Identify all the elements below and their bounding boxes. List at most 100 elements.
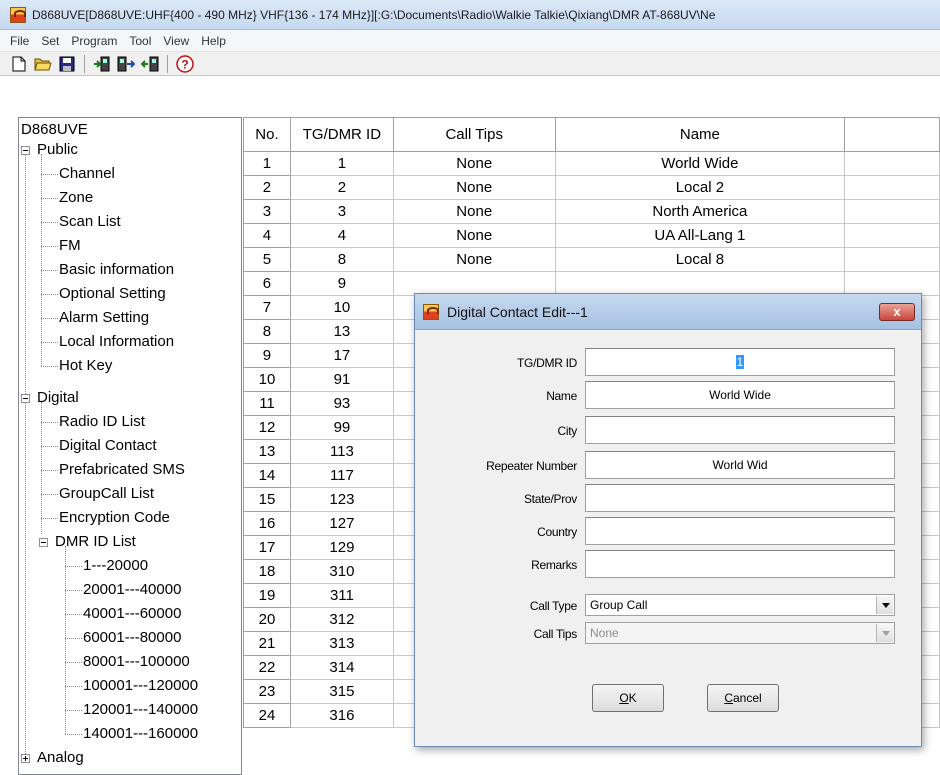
table-row[interactable]: 4 4 None UA All-Lang 1 [243, 223, 940, 248]
table-cell-no[interactable]: 22 [243, 655, 291, 680]
table-row[interactable]: 2 2 None Local 2 [243, 175, 940, 200]
tree-item-public-8[interactable]: Hot Key [59, 354, 112, 378]
remarks-input[interactable] [585, 550, 895, 578]
table-cell-no[interactable]: 13 [243, 439, 291, 464]
table-cell-id[interactable]: 17 [289, 343, 394, 368]
table-cell-no[interactable]: 19 [243, 583, 291, 608]
tree-item-dmr-6[interactable]: 120001---140000 [83, 698, 198, 722]
table-cell-id[interactable]: 91 [289, 367, 394, 392]
close-button[interactable]: x [879, 303, 915, 321]
table-cell-no[interactable]: 1 [243, 151, 291, 176]
table-cell-name[interactable] [554, 271, 846, 296]
table-cell-no[interactable]: 15 [243, 487, 291, 512]
table-cell-id[interactable]: 123 [289, 487, 394, 512]
tree-item-dmr-3[interactable]: 60001---80000 [83, 626, 181, 650]
table-cell-id[interactable]: 10 [289, 295, 394, 320]
column-header-name[interactable]: Name [554, 117, 846, 152]
help-icon[interactable]: ? [174, 53, 196, 75]
table-cell-name[interactable]: Local 2 [554, 175, 846, 200]
table-cell-extra[interactable] [844, 199, 940, 224]
tree-item-public-4[interactable]: Basic information [59, 258, 174, 282]
cancel-button[interactable]: Cancel [707, 684, 779, 712]
read-from-radio-icon[interactable] [91, 53, 113, 75]
column-header-no[interactable]: No. [243, 117, 291, 152]
country-input[interactable] [585, 517, 895, 545]
table-cell-id[interactable]: 99 [289, 415, 394, 440]
table-row[interactable]: 69 [243, 271, 940, 296]
tree-item-digital-4[interactable]: Encryption Code [59, 506, 170, 530]
table-cell-id[interactable]: 2 [289, 175, 394, 200]
table-cell-no[interactable]: 18 [243, 559, 291, 584]
chevron-down-icon[interactable] [876, 596, 893, 614]
state-prov-input[interactable] [585, 484, 895, 512]
menu-help[interactable]: Help [195, 34, 232, 48]
table-cell-no[interactable]: 21 [243, 631, 291, 656]
table-cell-no[interactable]: 5 [243, 247, 291, 272]
table-cell-id[interactable]: 113 [289, 439, 394, 464]
table-cell-id[interactable]: 311 [289, 583, 394, 608]
table-cell-no[interactable]: 23 [243, 679, 291, 704]
new-file-icon[interactable] [8, 53, 30, 75]
table-cell-no[interactable]: 10 [243, 367, 291, 392]
table-cell-id[interactable]: 312 [289, 607, 394, 632]
menu-view[interactable]: View [157, 34, 195, 48]
expand-icon[interactable] [21, 754, 30, 763]
table-cell-id[interactable]: 129 [289, 535, 394, 560]
tree-item-dmr-2[interactable]: 40001---60000 [83, 602, 181, 626]
table-cell-tips[interactable]: None [392, 151, 556, 176]
table-cell-id[interactable]: 3 [289, 199, 394, 224]
table-cell-extra[interactable] [844, 151, 940, 176]
table-cell-name[interactable]: Local 8 [554, 247, 846, 272]
table-cell-no[interactable]: 16 [243, 511, 291, 536]
table-cell-id[interactable]: 93 [289, 391, 394, 416]
tree-item-public-7[interactable]: Local Information [59, 330, 174, 354]
table-cell-no[interactable]: 24 [243, 703, 291, 728]
table-cell-no[interactable]: 9 [243, 343, 291, 368]
ok-button[interactable]: OK [592, 684, 664, 712]
table-cell-id[interactable]: 13 [289, 319, 394, 344]
tree-dmr-id-list[interactable]: DMR ID List [37, 530, 136, 554]
tree-item-public-0[interactable]: Channel [59, 162, 115, 186]
city-input[interactable] [585, 416, 895, 444]
tree-item-dmr-0[interactable]: 1---20000 [83, 554, 148, 578]
menu-file[interactable]: File [4, 34, 35, 48]
table-cell-id[interactable]: 127 [289, 511, 394, 536]
call-type-select[interactable]: Group Call [585, 594, 895, 616]
table-cell-extra[interactable] [844, 247, 940, 272]
table-cell-no[interactable]: 7 [243, 295, 291, 320]
column-header-call-tips[interactable]: Call Tips [392, 117, 556, 152]
table-cell-tips[interactable] [392, 271, 556, 296]
table-cell-no[interactable]: 20 [243, 607, 291, 632]
menu-tool[interactable]: Tool [123, 34, 157, 48]
table-cell-id[interactable]: 315 [289, 679, 394, 704]
table-cell-no[interactable]: 4 [243, 223, 291, 248]
repeater-number-input[interactable]: World Wid [585, 451, 895, 479]
radio-info-icon[interactable] [139, 53, 161, 75]
open-folder-icon[interactable] [32, 53, 54, 75]
tree-item-public-1[interactable]: Zone [59, 186, 93, 210]
tree-item-dmr-1[interactable]: 20001---40000 [83, 578, 181, 602]
table-cell-id[interactable]: 314 [289, 655, 394, 680]
table-cell-id[interactable]: 1 [289, 151, 394, 176]
table-cell-no[interactable]: 8 [243, 319, 291, 344]
table-cell-name[interactable]: North America [554, 199, 846, 224]
table-row[interactable]: 3 3 None North America [243, 199, 940, 224]
tree-analog[interactable]: Analog [19, 746, 84, 770]
tree-item-public-6[interactable]: Alarm Setting [59, 306, 149, 330]
table-cell-id[interactable]: 117 [289, 463, 394, 488]
collapse-icon[interactable] [21, 146, 30, 155]
table-cell-tips[interactable]: None [392, 199, 556, 224]
table-row[interactable]: 5 8 None Local 8 [243, 247, 940, 272]
tg-dmr-id-input[interactable]: 1 [585, 348, 895, 376]
table-cell-no[interactable]: 11 [243, 391, 291, 416]
table-cell-tips[interactable]: None [392, 247, 556, 272]
table-cell-id[interactable]: 316 [289, 703, 394, 728]
tree-item-dmr-4[interactable]: 80001---100000 [83, 650, 190, 674]
write-to-radio-icon[interactable] [115, 53, 137, 75]
table-cell-no[interactable]: 14 [243, 463, 291, 488]
tree-item-digital-0[interactable]: Radio ID List [59, 410, 145, 434]
save-icon[interactable] [56, 53, 78, 75]
tree-item-public-5[interactable]: Optional Setting [59, 282, 166, 306]
name-input[interactable]: World Wide [585, 381, 895, 409]
tree-item-public-2[interactable]: Scan List [59, 210, 121, 234]
